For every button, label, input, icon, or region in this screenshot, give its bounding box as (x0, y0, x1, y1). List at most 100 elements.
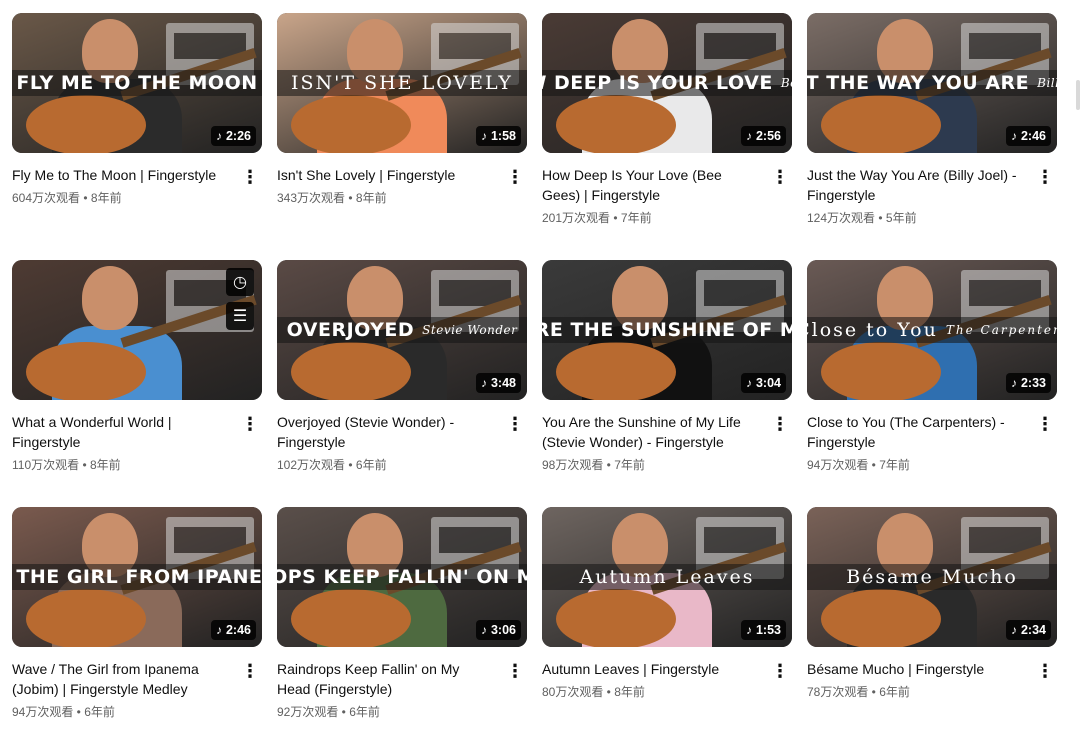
video-stats: 92万次观看 • 6年前 (277, 705, 380, 719)
thumbnail-title-overlay: HOW DEEP IS YOUR LOVE Bee Gees (542, 70, 792, 96)
thumbnail-artist-text: Stevie Wonder (422, 323, 518, 337)
video-meta: Overjoyed (Stevie Wonder) - Fingerstyle 1… (277, 412, 527, 474)
video-card[interactable]: RAINDROPS KEEP FALLIN' ON MY HEAD ♪3:06 Ra… (277, 507, 527, 721)
duration-badge: ♪ 1:53 (740, 620, 786, 640)
video-stats: 78万次观看 • 6年前 (807, 685, 910, 699)
video-title[interactable]: Wave / The Girl from Ipanema (Jobim) | F… (12, 659, 226, 699)
more-options-icon[interactable]: ⋮ (503, 165, 527, 189)
music-note-icon: ♪ (480, 376, 487, 390)
video-title[interactable]: You Are the Sunshine of My Life (Stevie … (542, 412, 756, 452)
video-title[interactable]: Close to You (The Carpenters) - Fingerst… (807, 412, 1021, 452)
duration-text: 2:33 (1020, 376, 1046, 390)
thumbnail-title-text: JUST THE WAY YOU ARE (807, 72, 1030, 94)
video-title[interactable]: Fly Me to The Moon | Fingerstyle (12, 165, 226, 185)
thumbnail-title-overlay: ISN'T SHE LOVELY (277, 70, 527, 96)
thumbnail-title-text: HOW DEEP IS YOUR LOVE (542, 72, 773, 94)
more-options-icon[interactable]: ⋮ (503, 659, 527, 683)
video-thumbnail[interactable]: ◷ ☰ (12, 260, 262, 400)
music-note-icon: ♪ (745, 623, 752, 637)
video-meta: Just the Way You Are (Billy Joel) - Fing… (807, 165, 1057, 227)
music-note-icon: ♪ (1010, 376, 1017, 390)
duration-badge: ♪ 3:48 (475, 373, 521, 393)
video-meta: Raindrops Keep Fallin' on My Head (Finge… (277, 659, 527, 721)
video-title[interactable]: What a Wonderful World | Fingerstyle (12, 412, 226, 452)
guitar-image (291, 95, 411, 153)
video-thumbnail[interactable]: ISN'T SHE LOVELY ♪ 1:58 (277, 13, 527, 153)
video-thumbnail[interactable]: OVERJOYED Stevie Wonder ♪ 3:48 (277, 260, 527, 400)
scrollbar[interactable] (1076, 80, 1080, 110)
thumbnail-title-overlay: WAVE / THE GIRL FROM IPANEMAJobim (12, 564, 262, 590)
video-card[interactable]: WAVE / THE GIRL FROM IPANEMAJobim ♪2:46 Wa… (12, 507, 262, 721)
video-title[interactable]: Overjoyed (Stevie Wonder) - Fingerstyle (277, 412, 491, 452)
video-thumbnail[interactable]: RAINDROPS KEEP FALLIN' ON MY HEAD ♪3:06 (277, 507, 527, 647)
video-card[interactable]: YOU ARE THE SUNSHINE OF MY LIFE ♪3:04 You … (542, 260, 792, 474)
video-meta: Fly Me to The Moon | Fingerstyle 604万次观看 … (12, 165, 262, 207)
video-thumbnail[interactable]: Bésame Mucho ♪ 2:34 (807, 507, 1057, 647)
thumbnail-title-overlay: Bésame Mucho (807, 564, 1057, 590)
duration-text: 2:46 (225, 623, 251, 637)
video-title[interactable]: Isn't She Lovely | Fingerstyle (277, 165, 491, 185)
video-stats: 124万次观看 • 5年前 (807, 211, 917, 225)
more-options-icon[interactable]: ⋮ (503, 412, 527, 436)
thumbnail-title-text: Close to You (807, 319, 938, 341)
video-meta: You Are the Sunshine of My Life (Stevie … (542, 412, 792, 474)
music-note-icon: ♪ (215, 623, 222, 637)
duration-text: 3:04 (755, 376, 781, 390)
thumbnail-title-text: YOU ARE THE SUNSHINE OF MY LIFE (542, 319, 792, 341)
video-title[interactable]: Raindrops Keep Fallin' on My Head (Finge… (277, 659, 491, 699)
video-title[interactable]: Just the Way You Are (Billy Joel) - Fing… (807, 165, 1021, 205)
thumbnail-title-overlay: YOU ARE THE SUNSHINE OF MY LIFE (542, 317, 792, 343)
clock-icon[interactable]: ◷ (226, 268, 254, 296)
video-stats: 604万次观看 • 8年前 (12, 191, 122, 205)
thumbnail-title-overlay: RAINDROPS KEEP FALLIN' ON MY HEAD (277, 564, 527, 590)
guitar-image (556, 589, 676, 647)
video-thumbnail[interactable]: Autumn Leaves ♪ 1:53 (542, 507, 792, 647)
duration-badge: ♪ 2:56 (740, 126, 786, 146)
add-to-queue-icon[interactable]: ☰ (226, 302, 254, 330)
video-card[interactable]: OVERJOYED Stevie Wonder ♪ 3:48 Overjoyed (St… (277, 260, 527, 474)
video-thumbnail[interactable]: FLY ME TO THE MOON ♪ 2:26 (12, 13, 262, 153)
video-card[interactable]: ◷ ☰ What a Wonderful World | Fingerstyle 11… (12, 260, 262, 474)
video-stats: 102万次观看 • 6年前 (277, 458, 387, 472)
video-title[interactable]: Bésame Mucho | Fingerstyle (807, 659, 1021, 679)
video-thumbnail[interactable]: HOW DEEP IS YOUR LOVE Bee Gees ♪2:56 (542, 13, 792, 153)
video-thumbnail[interactable]: Close to You The Carpenters ♪ 2:33 (807, 260, 1057, 400)
video-stats: 80万次观看 • 8年前 (542, 685, 645, 699)
duration-badge: ♪ 2:26 (210, 126, 256, 146)
more-options-icon[interactable]: ⋮ (1033, 412, 1057, 436)
more-options-icon[interactable]: ⋮ (768, 659, 792, 683)
thumbnail-title-text: RAINDROPS KEEP FALLIN' ON MY HEAD (277, 566, 527, 588)
video-thumbnail[interactable]: YOU ARE THE SUNSHINE OF MY LIFE ♪3:04 (542, 260, 792, 400)
thumbnail-title-text: Autumn Leaves (579, 566, 755, 588)
video-card[interactable]: JUST THE WAY YOU ARE Billy Joel ♪2:46 Just … (807, 13, 1057, 227)
guitar-image (556, 95, 676, 153)
video-title[interactable]: Autumn Leaves | Fingerstyle (542, 659, 756, 679)
thumbnail-title-text: Bésame Mucho (846, 566, 1018, 588)
video-card[interactable]: FLY ME TO THE MOON ♪ 2:26 Fly Me to The Moo… (12, 13, 262, 207)
more-options-icon[interactable]: ⋮ (1033, 659, 1057, 683)
video-meta: Wave / The Girl from Ipanema (Jobim) | F… (12, 659, 262, 721)
guitar-image (556, 342, 676, 400)
guitar-image (291, 342, 411, 400)
video-stats: 94万次观看 • 6年前 (12, 705, 115, 719)
thumbnail-title-text: ISN'T SHE LOVELY (291, 72, 513, 94)
music-note-icon: ♪ (480, 623, 487, 637)
video-thumbnail[interactable]: JUST THE WAY YOU ARE Billy Joel ♪2:46 (807, 13, 1057, 153)
more-options-icon[interactable]: ⋮ (238, 659, 262, 683)
more-options-icon[interactable]: ⋮ (768, 412, 792, 436)
video-meta: What a Wonderful World | Fingerstyle 110万… (12, 412, 262, 474)
video-stats: 110万次观看 • 8年前 (12, 458, 121, 472)
duration-badge: ♪ 2:33 (1005, 373, 1051, 393)
more-options-icon[interactable]: ⋮ (768, 165, 792, 189)
music-note-icon: ♪ (745, 376, 752, 390)
more-options-icon[interactable]: ⋮ (238, 165, 262, 189)
video-card[interactable]: ISN'T SHE LOVELY ♪ 1:58 Isn't She Lovely | … (277, 13, 527, 207)
more-options-icon[interactable]: ⋮ (1033, 165, 1057, 189)
video-card[interactable]: Close to You The Carpenters ♪ 2:33 Close to … (807, 260, 1057, 474)
video-card[interactable]: HOW DEEP IS YOUR LOVE Bee Gees ♪2:56 How De… (542, 13, 792, 227)
video-thumbnail[interactable]: WAVE / THE GIRL FROM IPANEMAJobim ♪2:46 (12, 507, 262, 647)
video-card[interactable]: Autumn Leaves ♪ 1:53 Autumn Leaves | Finger… (542, 507, 792, 701)
video-card[interactable]: Bésame Mucho ♪ 2:34 Bésame Mucho | Fingerst… (807, 507, 1057, 701)
more-options-icon[interactable]: ⋮ (238, 412, 262, 436)
video-title[interactable]: How Deep Is Your Love (Bee Gees) | Finge… (542, 165, 756, 205)
